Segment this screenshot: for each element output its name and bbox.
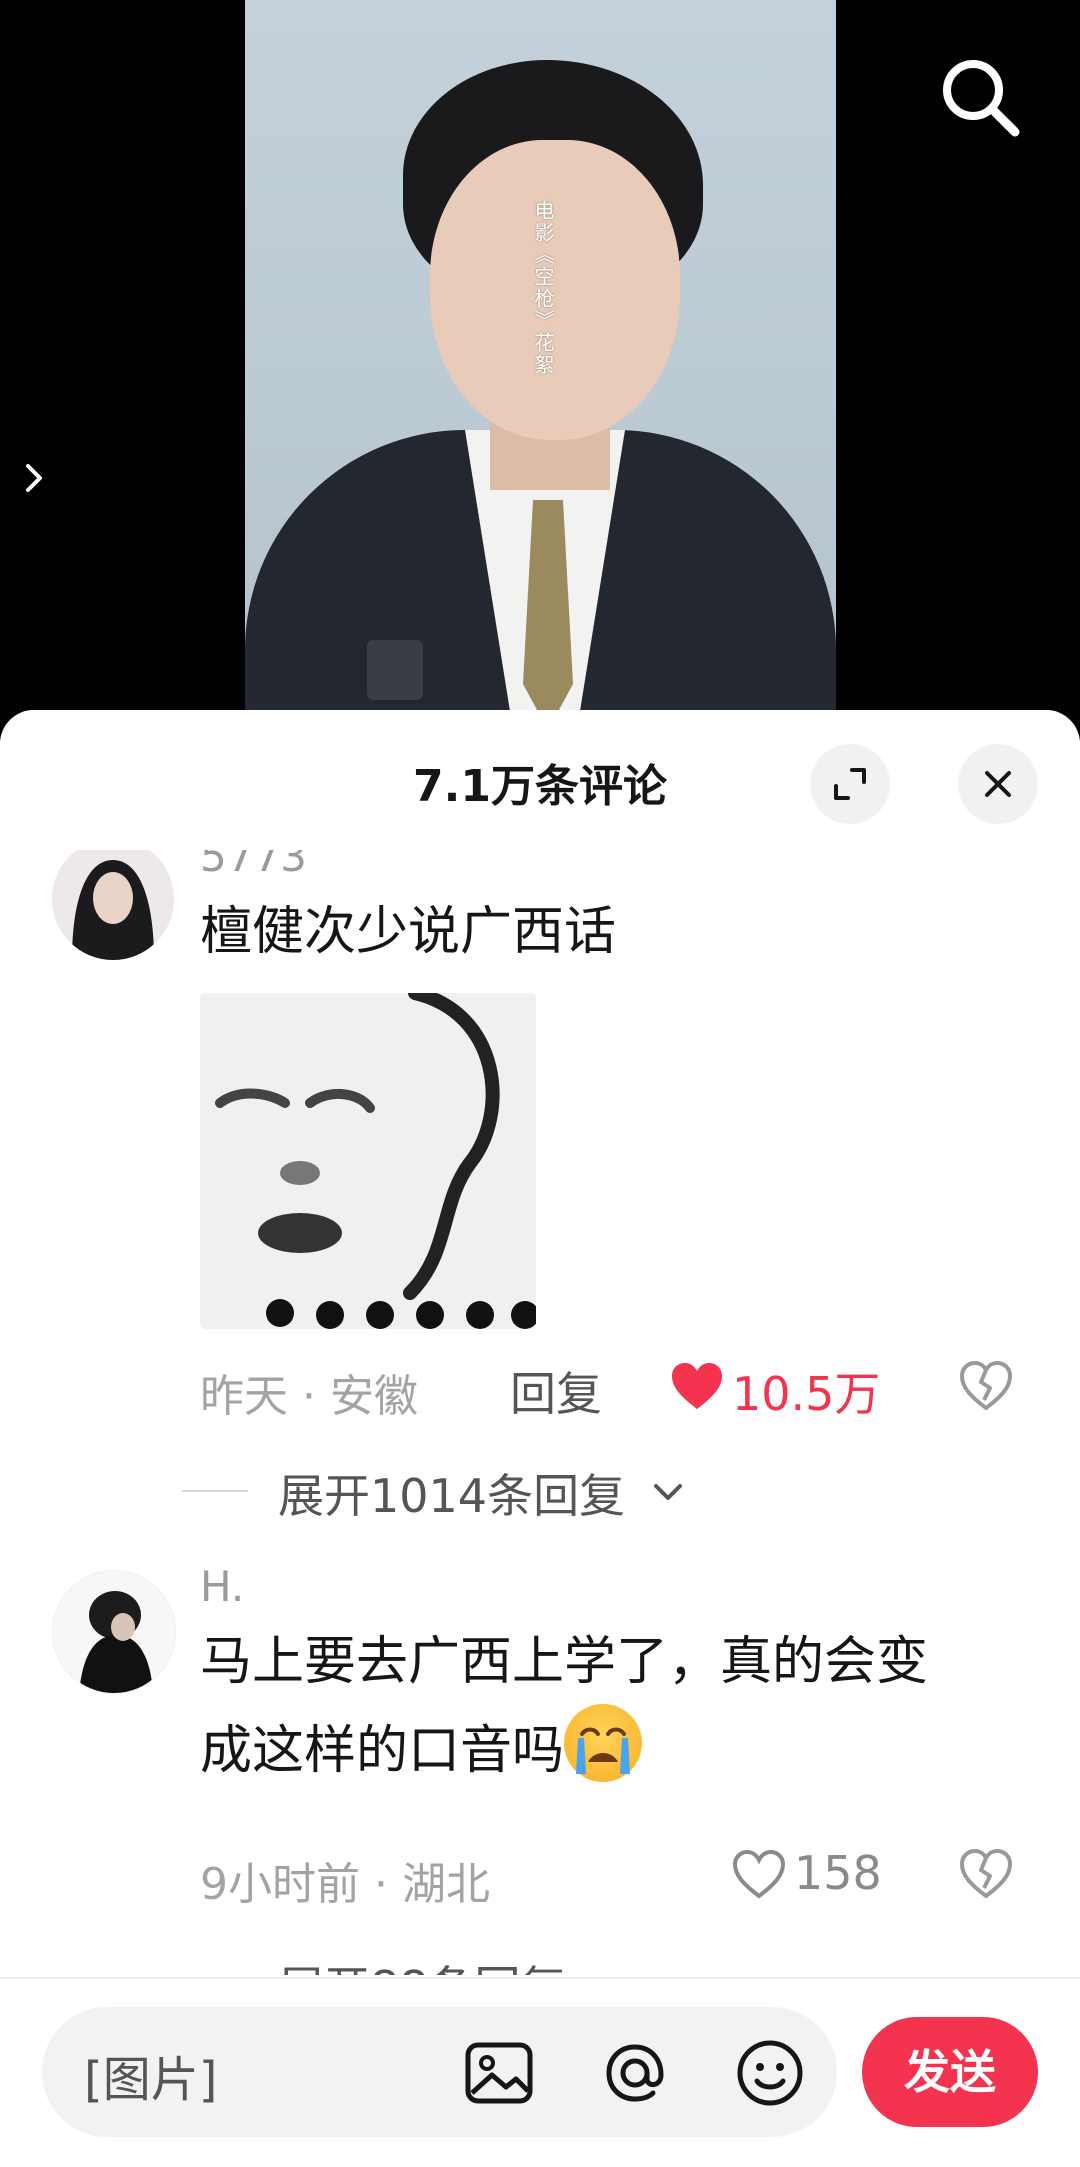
like-button[interactable]: 158 (732, 1846, 912, 1906)
close-icon (985, 771, 1011, 797)
close-button[interactable] (958, 744, 1038, 824)
comment-meta: 9小时前 · 湖北 (200, 1848, 490, 1912)
comments-header: 7.1万条评论 (0, 710, 1080, 850)
video-area[interactable]: 电影《空枪》花絮 (0, 0, 1080, 720)
dislike-button[interactable] (958, 1846, 1018, 1906)
comment-image[interactable] (200, 993, 536, 1329)
heart-outline-icon (732, 1850, 786, 1899)
avatar[interactable] (52, 840, 174, 960)
meta-separator: · (302, 1371, 330, 1422)
comment-input-text: [图片] (84, 2052, 218, 2108)
like-count: 10.5万 (732, 1367, 881, 1421)
expand-replies-button[interactable]: 展开1014条回复 (182, 1460, 702, 1523)
image-icon[interactable] (462, 2035, 538, 2111)
send-button[interactable]: 发送 (862, 2017, 1038, 2127)
like-button[interactable]: 10.5万 (670, 1358, 890, 1421)
avatar[interactable] (52, 1570, 176, 1694)
chevron-down-icon (654, 1484, 682, 1500)
comment-time: 昨天 (200, 1371, 288, 1422)
broken-heart-icon (959, 1360, 1013, 1411)
expand-replies-label: 展开1014条回复 (278, 1469, 626, 1523)
chevron-right-icon[interactable] (20, 458, 50, 498)
heart-filled-icon (672, 1363, 722, 1409)
lapel-mic (367, 640, 423, 700)
reply-button[interactable]: 回复 (510, 1358, 602, 1424)
chevron-down-icon (582, 1966, 618, 1975)
comments-count-title: 7.1万条评论 (413, 761, 667, 812)
comment-meta: 昨天 · 安徽 (200, 1360, 418, 1424)
broken-heart-icon (959, 1848, 1013, 1899)
comment-location: 安徽 (329, 1371, 418, 1422)
meta-separator: · (374, 1859, 402, 1910)
crying-face-emoji-icon (564, 1704, 643, 1782)
emoji-icon[interactable] (732, 2035, 808, 2111)
comment-input-bar: [图片] 发送 (0, 1977, 1080, 2167)
comment-text: 檀健次少说广西话 (200, 902, 617, 962)
meme-face-image (200, 993, 536, 1329)
comment-username[interactable]: H. (200, 1562, 244, 1611)
search-icon[interactable] (935, 52, 1025, 142)
at-icon[interactable] (597, 2035, 673, 2111)
comments-sheet: 7.1万条评论 5773 檀健次少说广西话 昨天 · 安徽 回复 10.5万 展… (0, 710, 1080, 2167)
expand-icon (834, 768, 866, 800)
expand-replies-button[interactable]: 展开88条回复 (182, 1952, 642, 1975)
expand-replies-label: 展开88条回复 (278, 1952, 567, 1975)
comment-text: 马上要去广西上学了，真的会变 成这样的口音吗 (200, 1620, 1040, 1793)
divider-line (182, 1490, 248, 1492)
like-count: 158 (794, 1846, 882, 1900)
comment-location: 湖北 (401, 1859, 490, 1910)
comment-time: 9小时前 (200, 1859, 360, 1910)
comment-input[interactable]: [图片] (42, 2007, 837, 2137)
comment-text-line: 马上要去广西上学了，真的会变 (200, 1632, 929, 1692)
comment-list[interactable]: 5773 檀健次少说广西话 昨天 · 安徽 回复 10.5万 展开1014条回复… (0, 840, 1080, 1975)
expand-button[interactable] (810, 744, 890, 824)
comment-text-line: 成这样的口音吗 (200, 1721, 565, 1781)
video-caption: 电影《空枪》花絮 (531, 200, 555, 376)
dislike-button[interactable] (958, 1358, 1018, 1418)
